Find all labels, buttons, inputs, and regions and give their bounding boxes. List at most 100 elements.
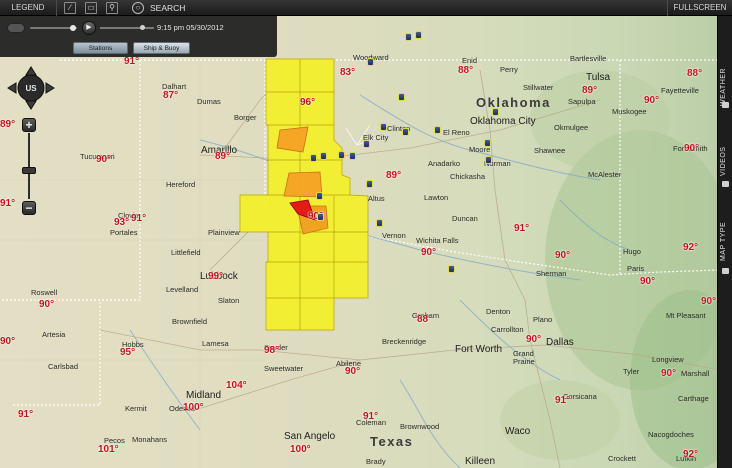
temperature-reading[interactable]: 100° — [183, 403, 204, 413]
temperature-reading[interactable]: 101° — [98, 445, 119, 455]
temperature-reading[interactable]: 89° — [215, 152, 230, 162]
temperature-reading[interactable]: 90° — [526, 335, 541, 345]
city-label: Portales — [110, 228, 138, 237]
tab-map-type[interactable]: MAP TYPE — [718, 196, 732, 261]
zoom-in-button[interactable]: + — [22, 118, 36, 132]
temperature-reading[interactable]: 87° — [163, 91, 178, 101]
temperature-reading[interactable]: 91° — [514, 224, 529, 234]
zoom-out-button[interactable]: − — [22, 201, 36, 215]
temperature-reading[interactable]: 104° — [226, 381, 247, 391]
station-icon[interactable] — [405, 33, 412, 41]
station-icon[interactable] — [434, 126, 441, 134]
layers-icon[interactable]: ▭ — [85, 2, 97, 14]
zoom-slider-handle[interactable] — [22, 167, 36, 174]
city-label: Dallas — [546, 337, 574, 348]
city-label: Waco — [505, 426, 531, 437]
city-label: Hugo — [623, 247, 641, 256]
city-label: McAlester — [588, 170, 622, 179]
station-icon[interactable] — [484, 139, 491, 147]
city-label: Shawnee — [534, 146, 566, 155]
station-icon[interactable] — [380, 123, 387, 131]
station-icon[interactable] — [316, 192, 323, 200]
temperature-reading[interactable]: 90° — [661, 369, 676, 379]
search-icon[interactable]: ○ — [132, 2, 144, 14]
station-icon[interactable] — [492, 108, 499, 116]
zoom-slider-track[interactable] — [28, 133, 30, 199]
timestamp: 9:15 pm 05/30/2012 — [157, 23, 224, 32]
city-label: Anadarko — [428, 159, 461, 168]
station-icon[interactable] — [320, 152, 327, 160]
temperature-reading[interactable]: 90° — [701, 297, 716, 307]
temperature-reading[interactable]: 90° — [421, 248, 436, 258]
temperature-reading[interactable]: 92° — [683, 450, 698, 460]
station-icon[interactable] — [338, 151, 345, 159]
station-icon[interactable] — [349, 152, 356, 160]
region-button[interactable]: US — [25, 84, 37, 93]
temperature-reading[interactable]: 90° — [96, 155, 111, 165]
city-label: Longview — [652, 355, 684, 364]
loop-toggle-icon[interactable] — [7, 23, 25, 33]
tab-ship-buoy[interactable]: Ship & Buoy — [133, 42, 190, 54]
temperature-reading[interactable]: 92° — [683, 243, 698, 253]
station-icon[interactable] — [402, 128, 409, 136]
station-icon[interactable] — [485, 156, 492, 164]
station-icon[interactable] — [363, 140, 370, 148]
temperature-reading[interactable]: 90° — [39, 300, 54, 310]
temperature-reading[interactable]: 95° — [120, 348, 135, 358]
station-icon[interactable] — [376, 219, 383, 227]
temperature-reading[interactable]: 100° — [290, 445, 311, 455]
slider-handle[interactable] — [70, 25, 76, 31]
timeline-track[interactable] — [100, 27, 154, 29]
share-icon[interactable]: ⚲ — [106, 2, 118, 14]
tab-videos[interactable]: VIDEOS — [718, 126, 732, 176]
temperature-reading[interactable]: 90° — [640, 277, 655, 287]
pan-control[interactable]: US — [7, 66, 55, 110]
temperature-reading[interactable]: 90° — [644, 96, 659, 106]
temperature-reading[interactable]: 88° — [458, 66, 473, 76]
play-icon[interactable]: ▶ — [82, 21, 96, 35]
temperature-reading[interactable]: 91° — [124, 57, 139, 67]
search-button[interactable]: SEARCH — [150, 0, 185, 16]
temperature-reading[interactable]: 89° — [386, 171, 401, 181]
station-icon[interactable] — [415, 31, 422, 39]
temperature-reading[interactable]: 90° — [0, 337, 15, 347]
weather-map[interactable]: Oklahoma Texas Woodward Bartlesville Eni… — [0, 0, 732, 468]
city-label: Enid — [462, 56, 478, 65]
temperature-reading[interactable]: 89° — [0, 120, 15, 130]
legend-button[interactable]: LEGEND — [0, 0, 57, 16]
temperature-reading[interactable]: 91° — [555, 396, 570, 406]
station-icon[interactable] — [310, 154, 317, 162]
fullscreen-button[interactable]: FULLSCREEN — [667, 0, 732, 16]
temperature-reading[interactable]: 90° — [345, 367, 360, 377]
city-label: Oklahoma City — [470, 116, 536, 127]
temperature-reading[interactable]: 89° — [582, 86, 597, 96]
temperature-reading[interactable]: 91° — [0, 199, 15, 209]
city-label: Carrollton — [491, 325, 524, 334]
temperature-reading[interactable]: 91° — [131, 214, 146, 224]
city-label: Carlsbad — [48, 362, 79, 371]
city-label: Breckenridge — [382, 337, 427, 346]
station-icon[interactable] — [398, 93, 405, 101]
city-label: Brownfield — [172, 317, 208, 326]
film-icon — [722, 181, 729, 187]
timeline-marker[interactable] — [140, 25, 145, 30]
draw-icon[interactable]: ∕ — [64, 2, 76, 14]
temperature-reading[interactable]: 88° — [417, 315, 432, 325]
temperature-reading[interactable]: 88° — [687, 69, 702, 79]
tab-stations[interactable]: Stations — [73, 42, 128, 54]
station-icon[interactable] — [366, 180, 373, 188]
temperature-reading[interactable]: 91° — [363, 412, 378, 422]
station-icon[interactable] — [367, 58, 374, 66]
tab-videos-label: VIDEOS — [720, 146, 727, 176]
temperature-reading[interactable]: 99° — [208, 272, 223, 282]
temperature-reading[interactable]: 91° — [18, 410, 33, 420]
station-icon[interactable] — [317, 213, 324, 221]
temperature-reading[interactable]: 90° — [555, 251, 570, 261]
station-icon[interactable] — [448, 265, 455, 273]
temperature-reading[interactable]: 93° — [114, 218, 129, 228]
tab-weather[interactable]: WEATHER — [718, 46, 732, 106]
temperature-reading[interactable]: 90° — [684, 144, 699, 154]
temperature-reading[interactable]: 96° — [300, 98, 315, 108]
temperature-reading[interactable]: 98° — [264, 346, 279, 356]
temperature-reading[interactable]: 83° — [340, 68, 355, 78]
